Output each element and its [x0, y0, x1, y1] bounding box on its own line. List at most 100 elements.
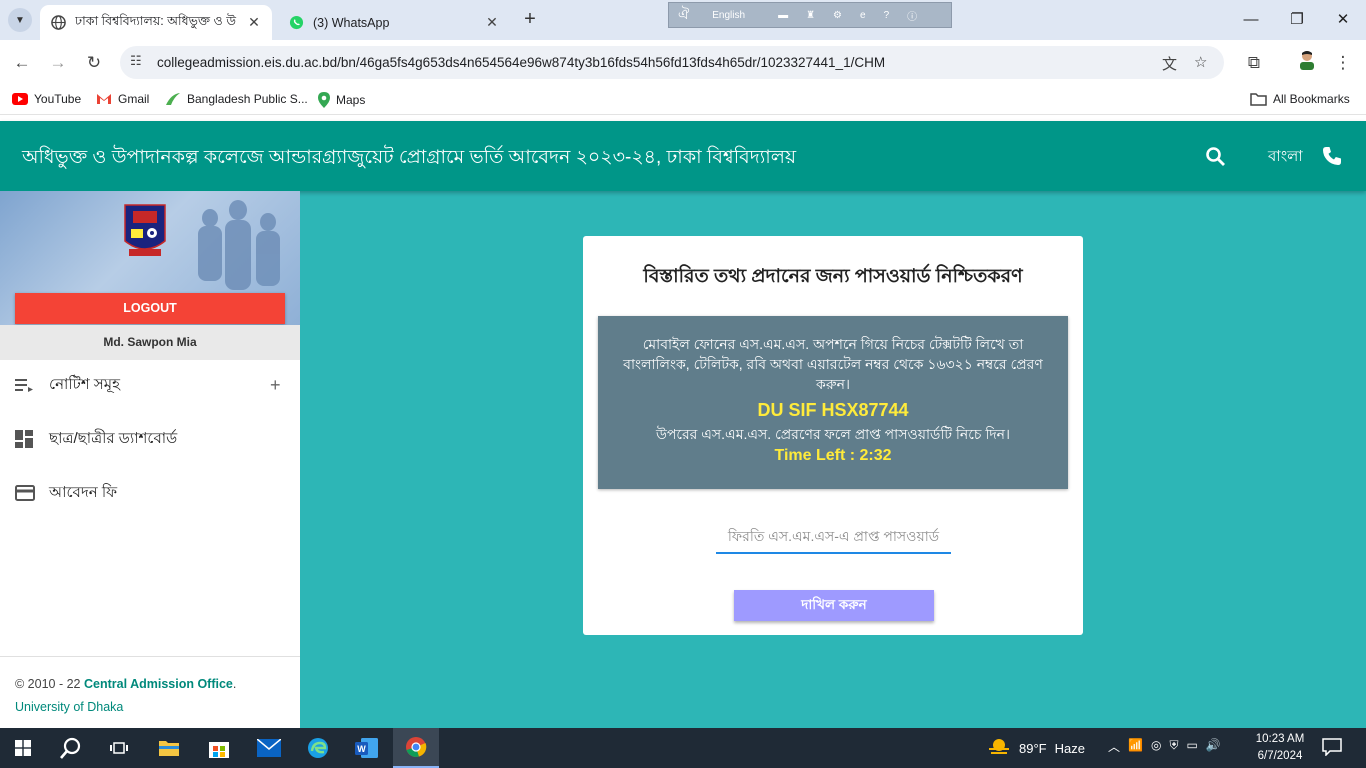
help-icon[interactable]: ? — [884, 10, 890, 21]
keyboard-icon[interactable]: ▬ — [778, 10, 788, 21]
clock-time: 10:23 AM — [1255, 733, 1305, 745]
university-link[interactable]: University of Dhaka — [15, 696, 285, 719]
folder-icon — [1250, 92, 1267, 106]
all-bookmarks-label: All Bookmarks — [1273, 92, 1350, 106]
chess-icon[interactable]: ♜ — [806, 10, 815, 21]
security-icon[interactable]: ⛨ — [1169, 738, 1178, 755]
extensions-icon[interactable]: ⧉ — [1241, 50, 1267, 76]
back-icon[interactable]: ← — [9, 50, 35, 76]
chevron-up-icon[interactable]: ︿ — [1108, 738, 1120, 755]
ime-language-bar[interactable]: ঐ English ▬ ♜ ⚙ e ? ⓘ — [668, 2, 952, 28]
site-info-icon[interactable]: ☷ — [130, 53, 142, 69]
sms-code: DU SIF HSX87744 — [757, 400, 909, 420]
microsoft-store-icon[interactable] — [196, 728, 242, 768]
language-toggle[interactable]: বাংলা — [1268, 145, 1303, 170]
file-explorer-icon[interactable] — [146, 728, 192, 768]
volume-icon[interactable]: 🔊 — [1206, 738, 1221, 755]
browser-tab-bar: ▼ ঢাকা বিশ্ববিদ্যালয়: অধিভুক্ত ও উ ✕ (3… — [0, 0, 1366, 40]
clock-date: 6/7/2024 — [1257, 750, 1303, 762]
edge-icon[interactable] — [295, 728, 341, 768]
ime-language-label[interactable]: English — [712, 10, 745, 21]
bookmark-maps[interactable]: Maps — [318, 92, 365, 108]
bookmark-gmail[interactable]: Gmail — [96, 92, 149, 106]
sidebar-item-label: ছাত্র/ছাত্রীর ড্যাশবোর্ড — [49, 429, 178, 447]
ie-icon[interactable]: e — [860, 10, 866, 21]
meet-now-icon[interactable]: ◎ — [1151, 738, 1161, 755]
translate-icon[interactable]: 文 — [1162, 53, 1177, 74]
bookmark-youtube[interactable]: YouTube — [12, 92, 81, 106]
word-icon[interactable]: W — [344, 728, 390, 768]
info-icon[interactable]: ⓘ — [907, 8, 917, 23]
sidebar-item-dashboard[interactable]: ছাত্র/ছাত্রীর ড্যাশবোর্ড — [0, 419, 300, 459]
close-window-button[interactable]: ✕ — [1320, 6, 1366, 34]
sidebar-item-application-fee[interactable]: আবেদন ফি — [0, 473, 300, 513]
whatsapp-icon — [288, 15, 304, 31]
globe-icon — [50, 15, 66, 31]
sidebar-footer: © 2010 - 22 Central Admission Office. Un… — [0, 656, 300, 728]
notification-center-icon[interactable] — [1322, 738, 1344, 758]
du-logo — [124, 204, 166, 256]
bpsc-icon — [165, 92, 181, 106]
statue-image — [198, 200, 280, 290]
menu-icon[interactable]: ⋮ — [1330, 50, 1356, 76]
footer-period: . — [232, 677, 237, 691]
weather-desc: Haze — [1054, 741, 1085, 756]
browser-tab-active[interactable]: ঢাকা বিশ্ববিদ্যালয়: অধিভুক্ত ও উ ✕ — [40, 5, 272, 40]
bookmark-label: YouTube — [34, 92, 82, 106]
windows-start-icon[interactable] — [0, 728, 46, 768]
credit-card-icon — [15, 485, 35, 501]
profile-avatar[interactable] — [1294, 50, 1320, 76]
mail-icon[interactable] — [246, 728, 292, 768]
page-content: অধিভুক্ত ও উপাদানকল্প কলেজে আন্ডারগ্র্যা… — [0, 121, 1366, 728]
reload-icon[interactable]: ↻ — [81, 50, 107, 76]
expand-plus-icon[interactable]: + — [270, 375, 281, 396]
tab-title: ঢাকা বিশ্ববিদ্যালয়: অধিভুক্ত ও উ — [75, 13, 236, 28]
card-title: বিস্তারিত তথ্য প্রদানের জন্য পাসওয়ার্ড … — [643, 266, 1023, 287]
sidebar-item-label: আবেদন ফি — [49, 483, 118, 501]
svg-text:W: W — [357, 744, 366, 754]
weather-widget[interactable]: 89°F Haze — [987, 737, 1085, 760]
address-bar[interactable]: ☷ collegeadmission.eis.du.ac.bd/bn/46ga5… — [120, 46, 1224, 79]
restore-button[interactable]: ❐ — [1274, 6, 1320, 34]
new-tab-button[interactable]: + — [518, 8, 542, 32]
bookmark-label: Gmail — [118, 92, 150, 106]
close-tab-icon[interactable]: ✕ — [244, 14, 264, 31]
minimize-button[interactable]: — — [1228, 6, 1274, 34]
network-icon[interactable]: 📶 — [1128, 738, 1143, 755]
chevron-down-icon: ▼ — [15, 14, 25, 26]
bookmark-bangladesh-public[interactable]: Bangladesh Public S... — [165, 92, 308, 106]
task-view-icon[interactable] — [96, 728, 142, 768]
search-icon[interactable] — [1205, 146, 1226, 172]
maps-pin-icon — [318, 92, 330, 108]
browser-tab-whatsapp[interactable]: (3) WhatsApp ✕ — [278, 5, 510, 40]
sms-instruction-text: মোবাইল ফোনের এস.এম.এস. অপশনে গিয়ে নিচের… — [623, 336, 1043, 392]
central-admission-office-link[interactable]: Central Admission Office — [84, 677, 233, 691]
sidebar: LOGOUT Md. Sawpon Mia নোটিশ সমূহ + ছাত্র… — [0, 191, 300, 728]
time-left-countdown: Time Left : 2:32 — [774, 447, 892, 464]
submit-button[interactable]: দাখিল করুন — [734, 590, 934, 621]
battery-icon[interactable]: ▭ — [1186, 738, 1197, 755]
tab-title: (3) WhatsApp — [313, 15, 390, 30]
notice-list-icon — [15, 378, 35, 392]
user-name: Md. Sawpon Mia — [0, 325, 300, 360]
youtube-icon — [12, 93, 28, 105]
logout-button[interactable]: LOGOUT — [15, 293, 285, 324]
url-text[interactable]: collegeadmission.eis.du.ac.bd/bn/46ga5fs… — [157, 55, 885, 70]
close-tab-icon[interactable]: ✕ — [482, 14, 502, 31]
chrome-icon[interactable] — [393, 728, 439, 768]
site-header: অধিভুক্ত ও উপাদানকল্প কলেজে আন্ডারগ্র্যা… — [0, 121, 1366, 191]
bookmarks-bar: YouTube Gmail Bangladesh Public S... Map… — [0, 85, 1366, 115]
tab-search-button[interactable]: ▼ — [8, 8, 32, 32]
system-tray: ︿ 📶 ◎ ⛨ ▭ 🔊 — [1108, 738, 1229, 755]
taskbar-clock[interactable]: 10:23 AM 6/7/2024 — [1248, 731, 1312, 765]
gear-icon[interactable]: ⚙ — [833, 10, 842, 21]
forward-icon[interactable]: → — [45, 50, 71, 76]
sms-password-input[interactable] — [716, 519, 951, 554]
all-bookmarks[interactable]: All Bookmarks — [1250, 92, 1350, 106]
ime-logo-icon: ঐ — [678, 6, 690, 22]
phone-icon[interactable] — [1322, 146, 1342, 171]
sidebar-banner: LOGOUT — [0, 191, 300, 325]
sidebar-item-notices[interactable]: নোটিশ সমূহ + — [0, 365, 300, 405]
taskbar-search-icon[interactable] — [48, 728, 94, 768]
star-icon[interactable]: ☆ — [1194, 53, 1207, 71]
